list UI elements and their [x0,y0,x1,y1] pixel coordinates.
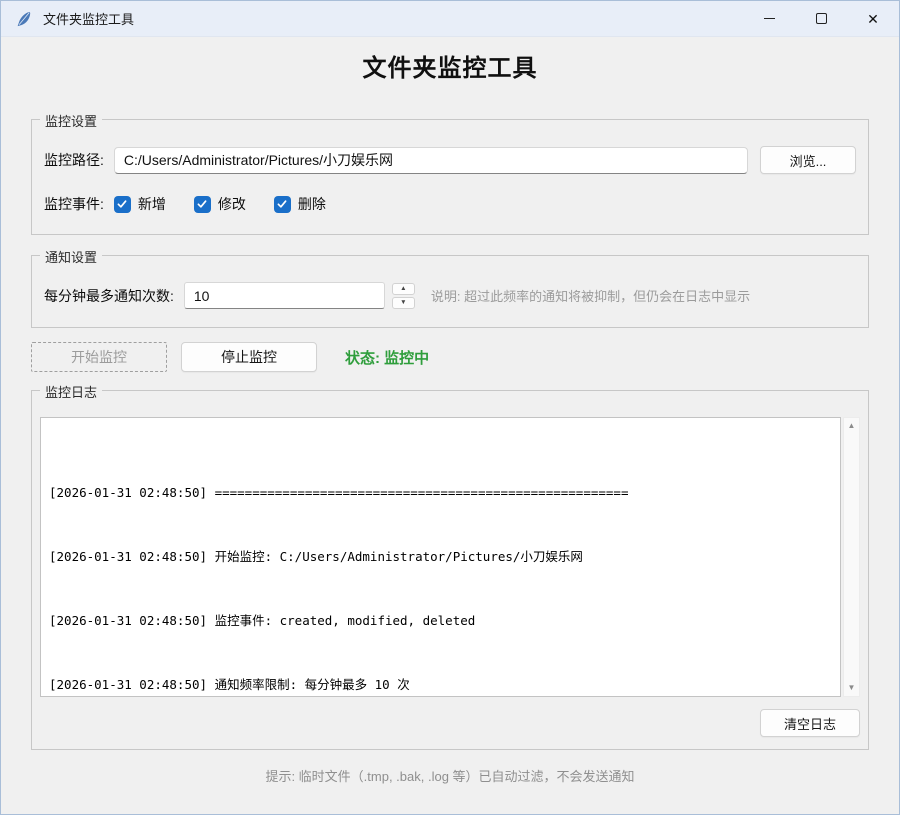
window-controls: ✕ [743,1,899,36]
log-line: [2026-01-31 02:48:50] 通知频率限制: 每分钟最多 10 次 [49,677,832,693]
event-checkbox[interactable]: 删除 [274,194,326,214]
checkbox-checked-icon[interactable] [114,196,131,213]
checkbox-checked-icon[interactable] [194,196,211,213]
rate-hint: 说明: 超过此频率的通知将被抑制，但仍会在日志中显示 [431,286,750,305]
spin-up-button[interactable]: ▲ [392,283,415,295]
arrow-up-icon: ▲ [400,285,406,292]
rate-spinner: ▲ ▼ [392,283,415,309]
close-button[interactable]: ✕ [847,1,899,36]
log-area: [2026-01-31 02:48:50] ==================… [40,417,860,697]
minimize-icon [764,18,775,19]
scrollbar-down-icon[interactable]: ▼ [848,684,856,692]
log-scrollbar[interactable]: ▲ ▼ [843,417,860,697]
python-tk-feather-icon [15,10,33,28]
titlebar: 文件夹监控工具 ✕ [1,1,899,37]
clear-row: 清空日志 [40,709,860,737]
events-row: 监控事件: 新增 修改 [44,194,856,214]
events-label: 监控事件: [44,194,104,214]
checkbox-checked-icon[interactable] [274,196,291,213]
notification-settings-group-label: 通知设置 [40,247,102,266]
spin-down-button[interactable]: ▼ [392,297,415,309]
scrollbar-up-icon[interactable]: ▲ [848,422,856,430]
clear-log-button[interactable]: 清空日志 [760,709,860,737]
rate-label: 每分钟最多通知次数: [44,286,174,306]
checkbox-label: 新增 [138,194,166,214]
path-row: 监控路径: 浏览... [44,146,856,174]
window-title: 文件夹监控工具 [43,9,134,28]
monitor-settings-group-label: 监控设置 [40,111,102,130]
log-group-label: 监控日志 [40,382,102,401]
notification-settings-group: 通知设置 每分钟最多通知次数: ▲ ▼ 说明: 超过此频率的通知将被抑制，但仍会… [31,255,869,328]
rate-spinbox-input[interactable] [184,282,385,309]
log-line: [2026-01-31 02:48:50] 监控事件: created, mod… [49,613,832,629]
close-icon: ✕ [867,12,879,26]
maximize-button[interactable] [795,1,847,36]
maximize-icon [816,13,827,24]
actions-row: 开始监控 停止监控 状态: 监控中 [31,342,869,372]
stop-button[interactable]: 停止监控 [181,342,317,372]
log-text-widget[interactable]: [2026-01-31 02:48:50] ==================… [40,417,841,697]
arrow-down-icon: ▼ [400,299,406,306]
start-button[interactable]: 开始监控 [31,342,167,372]
monitor-settings-group: 监控设置 监控路径: 浏览... 监控事件: 新增 修改 [31,119,869,235]
browse-button[interactable]: 浏览... [760,146,856,174]
minimize-button[interactable] [743,1,795,36]
log-line: [2026-01-31 02:48:50] 开始监控: C:/Users/Adm… [49,549,832,565]
checkbox-label: 删除 [298,194,326,214]
log-group: 监控日志 [2026-01-31 02:48:50] =============… [31,390,869,750]
path-input[interactable] [114,147,748,174]
event-checkbox[interactable]: 新增 [114,194,166,214]
log-line: [2026-01-31 02:48:50] ==================… [49,485,832,501]
event-checkbox[interactable]: 修改 [194,194,246,214]
checkbox-label: 修改 [218,194,246,214]
event-checkbox-list: 新增 修改 删除 [114,194,326,214]
status-badge: 状态: 监控中 [345,347,429,368]
footer-hint: 提示: 临时文件（.tmp, .bak, .log 等）已自动过滤，不会发送通知 [1,766,899,785]
page-title: 文件夹监控工具 [1,53,899,85]
path-label: 监控路径: [44,150,104,170]
rate-row: 每分钟最多通知次数: ▲ ▼ 说明: 超过此频率的通知将被抑制，但仍会在日志中显… [44,282,856,309]
